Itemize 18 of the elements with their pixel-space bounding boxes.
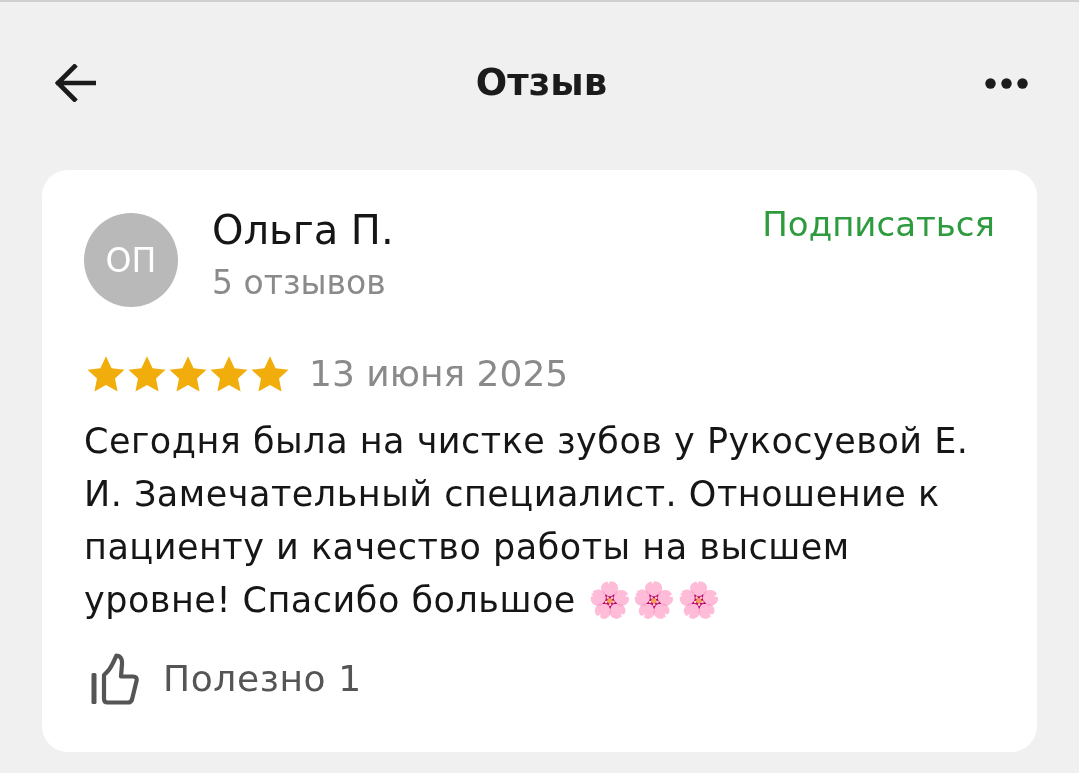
page-title: Отзыв <box>475 61 608 105</box>
star-icon <box>87 356 125 392</box>
star-icon <box>169 356 207 392</box>
back-arrow-icon <box>55 64 96 102</box>
author-name: Ольга П. <box>212 207 394 253</box>
more-dots-icon <box>985 77 1028 89</box>
avatar: ОП <box>84 213 178 307</box>
star-icon <box>251 356 289 392</box>
reviews-count: 5 отзывов <box>212 264 386 302</box>
more-button[interactable] <box>985 77 1028 89</box>
star-icon <box>128 356 166 392</box>
back-button[interactable] <box>55 64 96 102</box>
thumbs-up-icon <box>91 653 139 705</box>
star-icon <box>210 356 248 392</box>
review-text: Сегодня была на чистке зубов у Рукосуевой Е. И. Замечательный специалист. Отношение к пациенту и качество работы на высшем уровне! Спасибо большое 🌸🌸🌸 <box>84 420 970 622</box>
review-date: 13 июня 2025 <box>309 353 569 395</box>
subscribe-link[interactable]: Подписаться <box>762 204 995 244</box>
helpful-button[interactable]: Полезно 1 <box>84 653 362 705</box>
